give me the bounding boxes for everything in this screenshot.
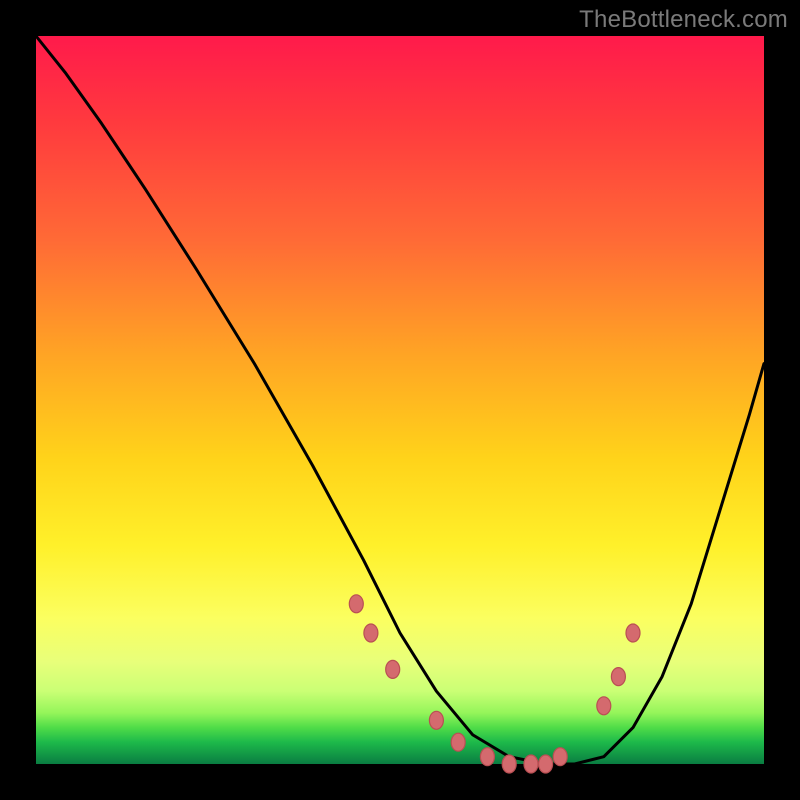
marker-point bbox=[626, 624, 640, 642]
marker-point bbox=[480, 748, 494, 766]
marker-point bbox=[502, 755, 516, 773]
marker-point bbox=[597, 697, 611, 715]
marker-point bbox=[364, 624, 378, 642]
bottleneck-curve bbox=[36, 36, 764, 764]
marker-point bbox=[524, 755, 538, 773]
chart-frame: TheBottleneck.com bbox=[0, 0, 800, 800]
marker-point bbox=[539, 755, 553, 773]
plot-area bbox=[36, 36, 764, 764]
watermark-text: TheBottleneck.com bbox=[579, 6, 788, 34]
marker-point bbox=[611, 668, 625, 686]
marker-point bbox=[386, 660, 400, 678]
curve-svg bbox=[36, 36, 764, 764]
marker-point bbox=[429, 711, 443, 729]
marker-point bbox=[451, 733, 465, 751]
marker-point bbox=[349, 595, 363, 613]
marker-point bbox=[553, 748, 567, 766]
